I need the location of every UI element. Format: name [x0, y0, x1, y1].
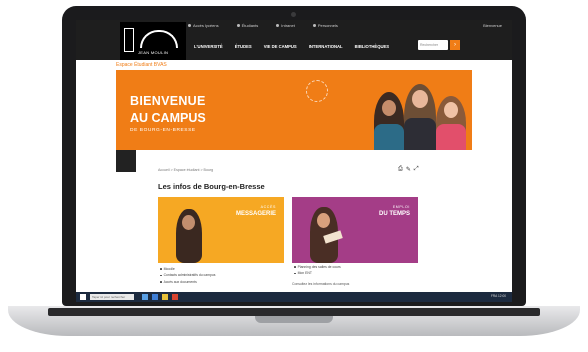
page-tools: ⎙ ✎ ⤢: [398, 166, 419, 173]
laptop-lid: Accès lycéens Étudiants Intranet Personn…: [62, 6, 526, 306]
nav-item-etudes[interactable]: ÉTUDES: [235, 44, 252, 49]
edit-icon[interactable]: ✎: [406, 166, 411, 173]
nav-item-bibliotheques[interactable]: BIBLIOTHÈQUES: [355, 44, 389, 49]
card-title: DU TEMPS: [378, 211, 410, 217]
hero-banner: BIENVENUE AU CAMPUS DE BOURG-EN-BRESSE: [116, 70, 472, 150]
list-item[interactable]: Accès aux documents: [160, 280, 215, 284]
hero-title-line1: BIENVENUE: [130, 94, 206, 108]
system-tray: FRA 12:00: [490, 294, 506, 298]
bullet-icon: [276, 24, 280, 27]
student-photo-1: [374, 92, 404, 150]
breadcrumb-link[interactable]: Espace Étudiant BVAS: [116, 62, 167, 68]
utility-link-label: Personnels: [317, 23, 338, 28]
sub-breadcrumb: Accueil > Espace étudiant > Bourg: [158, 168, 214, 172]
screen: Accès lycéens Étudiants Intranet Personn…: [76, 20, 512, 302]
chevron-right-icon: ›: [454, 42, 456, 48]
main-nav: L'UNIVERSITÉ ÉTUDES VIE DE CAMPUS INTERN…: [194, 44, 389, 49]
utility-link-label: Étudiants: [241, 23, 259, 28]
bullet-icon: [188, 24, 191, 27]
folder-icon[interactable]: [162, 294, 168, 300]
nav-item-international[interactable]: INTERNATIONAL: [309, 44, 343, 49]
utility-link-personnels[interactable]: Personnels: [312, 23, 338, 28]
utility-link-label: Intranet: [281, 23, 295, 28]
logo-text: JEAN MOULIN: [138, 50, 169, 55]
student-photo-2: [404, 84, 436, 150]
university-logo[interactable]: JEAN MOULIN: [120, 22, 186, 60]
card-kicker: ACCÈS: [260, 205, 276, 209]
list-item[interactable]: Planning des salles de cours: [294, 265, 341, 269]
info-note: Consultez les informations du campus: [292, 282, 350, 286]
arch-icon: [140, 30, 178, 48]
shield-icon: [124, 28, 134, 52]
student-photo-3: [436, 96, 466, 150]
print-icon[interactable]: ⎙: [398, 166, 403, 173]
emploi-du-temps-card[interactable]: EMPLOI DU TEMPS: [292, 197, 418, 263]
side-tab: [116, 150, 136, 172]
camera-icon: [291, 12, 296, 17]
keyboard: [48, 308, 540, 316]
page-title: Les infos de Bourg-en-Bresse: [158, 182, 265, 191]
edge-icon[interactable]: [152, 294, 158, 300]
utility-links: Accès lycéens Étudiants Intranet Personn…: [188, 23, 338, 28]
mail-links-list: Moodle Contacts administratifs du campus…: [160, 267, 216, 286]
card-kicker: EMPLOI: [392, 205, 410, 209]
card-title: MESSAGERIE: [235, 211, 276, 217]
hero-subtitle: DE BOURG-EN-BRESSE: [130, 128, 196, 133]
windows-taskbar: Taper ici pour rechercher FRA 12:00: [76, 292, 512, 302]
share-icon[interactable]: ⤢: [414, 166, 419, 173]
nav-item-universite[interactable]: L'UNIVERSITÉ: [194, 44, 223, 49]
list-item[interactable]: Moodle: [160, 267, 215, 271]
utility-link-lyceens[interactable]: Accès lycéens: [188, 23, 219, 28]
list-item[interactable]: Mon ENT: [294, 271, 341, 275]
task-view-icon[interactable]: [142, 294, 148, 300]
utility-link-intranet[interactable]: Intranet: [276, 23, 295, 28]
breadcrumb: Espace Étudiant BVAS: [76, 60, 512, 70]
app-icon[interactable]: [172, 294, 178, 300]
list-item[interactable]: Contacts administratifs du campus: [160, 273, 216, 277]
nav-item-vie-campus[interactable]: VIE DE CAMPUS: [264, 44, 297, 49]
schedule-links-list: Planning des salles de cours Mon ENT: [294, 265, 341, 278]
messagerie-card[interactable]: ACCÈS MESSAGERIE: [158, 197, 284, 263]
user-link[interactable]: Bienvenue: [483, 23, 502, 28]
main-header: JEAN MOULIN L'UNIVERSITÉ ÉTUDES VIE DE C…: [76, 22, 512, 60]
bullet-icon: [236, 24, 240, 27]
windows-start-icon[interactable]: [80, 294, 86, 300]
touchpad-notch: [255, 316, 333, 323]
utility-link-label: Accès lycéens: [193, 23, 219, 28]
hero-title-line2: AU CAMPUS: [130, 111, 206, 125]
card-photo: [176, 209, 202, 263]
laptop-base: [8, 306, 580, 336]
dashed-circle-decoration: [306, 80, 328, 102]
taskbar-search[interactable]: Taper ici pour rechercher: [90, 294, 134, 300]
utility-link-etudiants[interactable]: Étudiants: [236, 23, 259, 28]
search-button[interactable]: ›: [450, 40, 460, 50]
card-photo: [310, 207, 343, 263]
search-input[interactable]: Rechercher: [418, 40, 448, 50]
bullet-icon: [312, 24, 316, 27]
